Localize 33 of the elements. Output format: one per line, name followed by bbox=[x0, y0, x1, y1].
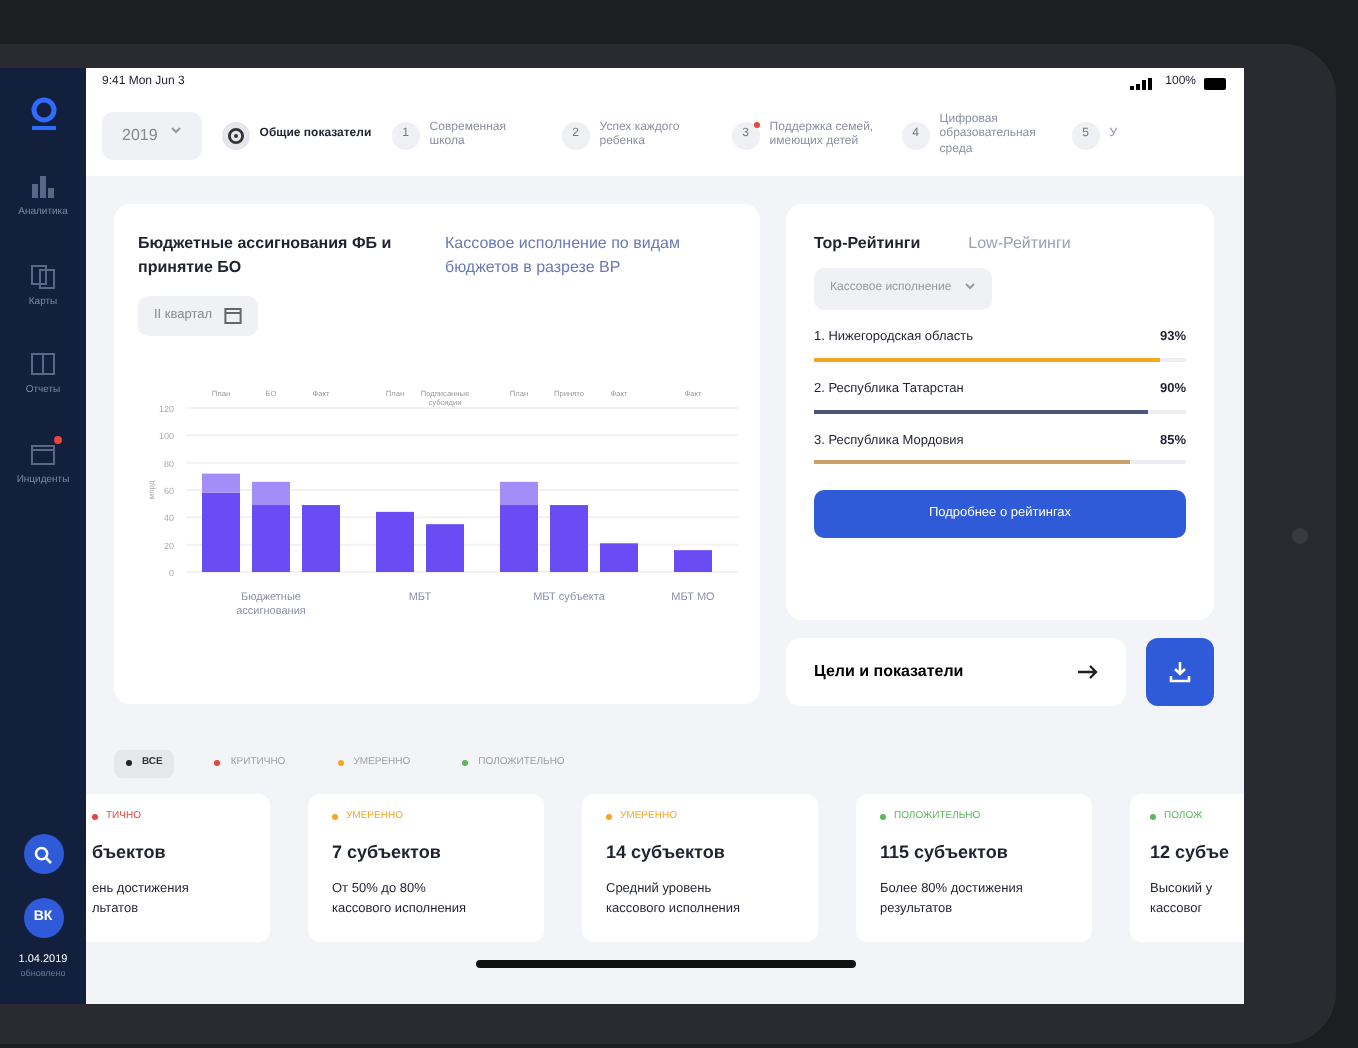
bar bbox=[376, 511, 414, 572]
card-title: 14 субъектов bbox=[606, 840, 727, 866]
download-icon bbox=[1168, 660, 1192, 684]
target-icon bbox=[227, 128, 244, 144]
card-title: 115 субъектов bbox=[880, 840, 1010, 866]
bar bbox=[550, 504, 588, 572]
rating-tab[interactable]: Top-Рейтинги bbox=[814, 232, 921, 256]
goals-link[interactable]: Цели и показатели bbox=[786, 638, 1126, 706]
card-title: 12 субъе bbox=[1150, 840, 1232, 866]
bar bbox=[674, 549, 712, 572]
bar bbox=[600, 542, 638, 572]
battery-icon bbox=[1204, 77, 1228, 89]
calendar-icon bbox=[29, 439, 56, 467]
search-button[interactable] bbox=[23, 834, 63, 875]
search-icon bbox=[34, 845, 52, 864]
bar-chart-icon bbox=[30, 172, 56, 200]
caret-icon bbox=[963, 280, 976, 292]
caret-icon bbox=[169, 124, 182, 136]
year-dropdown[interactable]: 2019 bbox=[102, 112, 202, 160]
bar bbox=[302, 504, 340, 572]
calendar-icon bbox=[224, 306, 243, 325]
chart-tab[interactable]: Бюджетные ассигнования ФБ и принятие БО bbox=[138, 232, 429, 280]
pages-icon bbox=[30, 261, 56, 289]
chart-tab[interactable]: Кассовое исполнение по видам бюджетов в разрезе ВР bbox=[445, 232, 736, 280]
bar bbox=[426, 523, 464, 572]
logo-icon bbox=[29, 96, 57, 132]
rating-tab[interactable]: Low-Рейтинги bbox=[968, 232, 1071, 256]
book-icon bbox=[29, 350, 56, 378]
card-title: 7 субъектов bbox=[332, 840, 443, 866]
arrow-right-icon bbox=[1078, 664, 1098, 680]
signal-icon bbox=[1129, 77, 1158, 89]
card-title: бъектов bbox=[92, 840, 168, 866]
download-button[interactable] bbox=[1146, 638, 1214, 706]
